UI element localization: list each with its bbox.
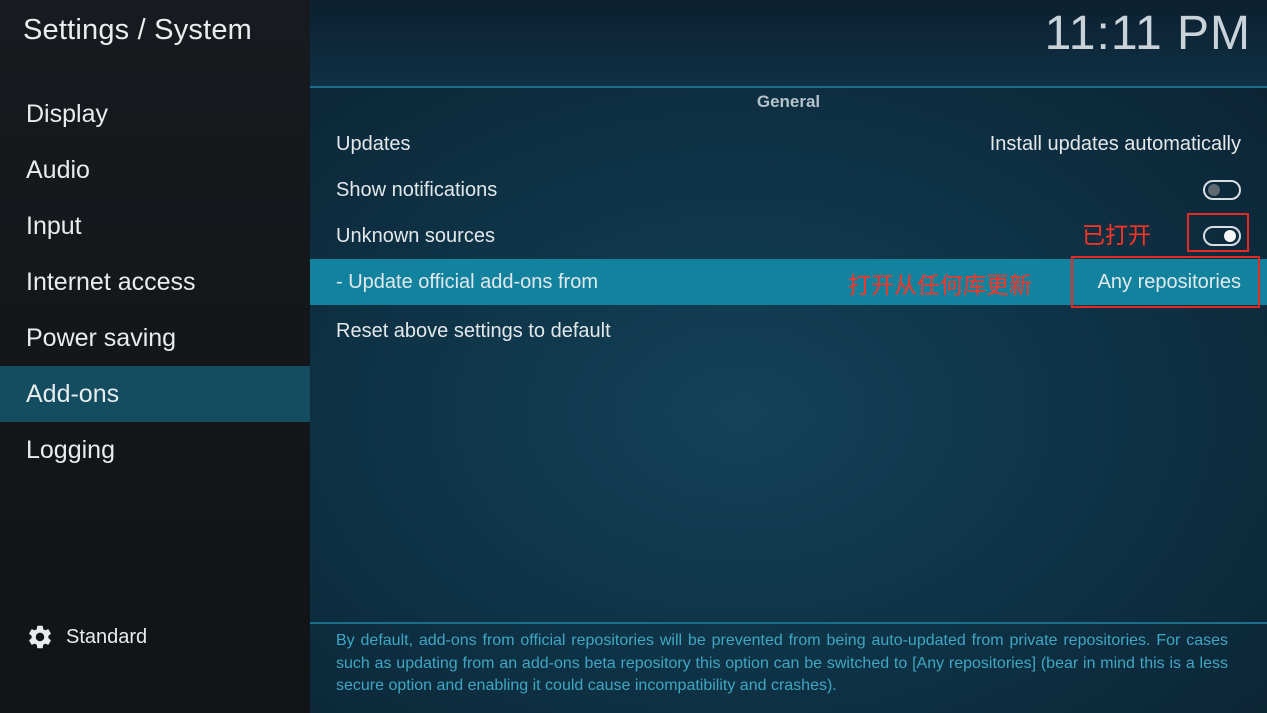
annotation-box-unknown-sources: [1187, 213, 1249, 252]
setting-label: - Update official add-ons from: [336, 270, 598, 293]
sidebar: Settings / System Display Audio Input In…: [0, 0, 310, 713]
gear-icon: [29, 625, 51, 649]
setting-description: By default, add-ons from official reposi…: [336, 632, 1228, 694]
setting-value: Install updates automatically: [989, 132, 1241, 155]
setting-updates[interactable]: Updates Install updates automatically: [310, 121, 1267, 167]
kodi-settings-screen: Settings / System Display Audio Input In…: [0, 0, 1267, 713]
footer-divider: [310, 622, 1267, 624]
sidebar-item-logging[interactable]: Logging: [0, 422, 310, 478]
setting-reset-defaults[interactable]: Reset above settings to default: [310, 308, 1267, 354]
toggle-knob: [1208, 184, 1220, 196]
top-bar: 11:11 PM: [310, 0, 1267, 88]
annotation-box-update-source: [1071, 256, 1260, 308]
sidebar-item-input[interactable]: Input: [0, 198, 310, 254]
window-title: Settings / System: [23, 14, 253, 46]
annotation-label-update-source: 打开从任何库更新: [848, 273, 1032, 299]
sidebar-item-power-saving[interactable]: Power saving: [0, 310, 310, 366]
sidebar-item-display[interactable]: Display: [0, 86, 310, 142]
clock: 11:11 PM: [1044, 7, 1251, 60]
setting-label: Reset above settings to default: [336, 319, 611, 342]
sidebar-item-internet-access[interactable]: Internet access: [0, 254, 310, 310]
settings-level-button[interactable]: Standard: [26, 620, 147, 654]
setting-label: Updates: [336, 132, 411, 155]
settings-panel: 11:11 PM General Updates Install updates…: [310, 0, 1267, 713]
setting-label: Show notifications: [336, 178, 498, 201]
setting-show-notifications[interactable]: Show notifications: [310, 167, 1267, 213]
annotation-label-unknown-sources: 已打开: [1082, 223, 1151, 249]
setting-label: Unknown sources: [336, 224, 495, 247]
sidebar-item-audio[interactable]: Audio: [0, 142, 310, 198]
show-notifications-toggle[interactable]: [1203, 180, 1241, 200]
settings-level-label: Standard: [66, 625, 148, 648]
sidebar-item-add-ons[interactable]: Add-ons: [0, 366, 310, 422]
section-header: General: [756, 92, 821, 111]
